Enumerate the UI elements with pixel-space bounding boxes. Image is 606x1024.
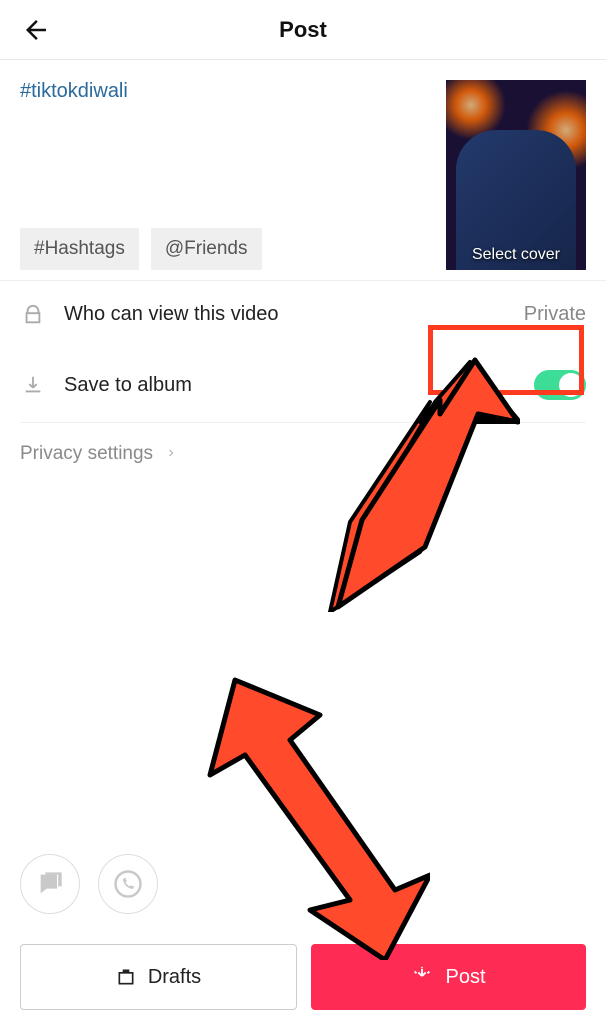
hashtags-chip[interactable]: #Hashtags xyxy=(20,228,139,270)
page-title: Post xyxy=(279,17,327,43)
download-icon xyxy=(20,374,46,396)
privacy-settings-label: Privacy settings xyxy=(20,443,153,465)
post-button[interactable]: Post xyxy=(311,944,586,1010)
annotation-arrow-post xyxy=(190,660,430,960)
video-thumbnail[interactable]: Select cover xyxy=(446,80,586,270)
post-spark-icon xyxy=(411,966,433,988)
chevron-right-icon xyxy=(165,443,177,465)
privacy-visibility-value: Private xyxy=(524,303,586,326)
privacy-visibility-row[interactable]: Who can view this video Private xyxy=(0,281,606,348)
save-to-album-label: Save to album xyxy=(64,374,516,397)
privacy-visibility-label: Who can view this video xyxy=(64,303,506,326)
select-cover-label: Select cover xyxy=(446,246,586,264)
caption-text[interactable]: #tiktokdiwali xyxy=(20,80,432,103)
drafts-button[interactable]: Drafts xyxy=(20,944,297,1010)
share-chat-button[interactable] xyxy=(20,854,80,914)
post-button-label: Post xyxy=(445,966,485,989)
chat-icon xyxy=(36,870,64,898)
save-to-album-toggle[interactable] xyxy=(534,370,586,400)
whatsapp-icon xyxy=(113,869,143,899)
lock-icon xyxy=(20,304,46,326)
save-to-album-row: Save to album xyxy=(0,348,606,422)
friends-chip[interactable]: @Friends xyxy=(151,228,262,270)
drafts-button-label: Drafts xyxy=(148,966,201,989)
privacy-settings-link[interactable]: Privacy settings xyxy=(0,423,606,485)
arrow-left-icon xyxy=(21,15,51,45)
drafts-icon xyxy=(116,967,136,987)
back-button[interactable] xyxy=(18,12,54,48)
share-whatsapp-button[interactable] xyxy=(98,854,158,914)
